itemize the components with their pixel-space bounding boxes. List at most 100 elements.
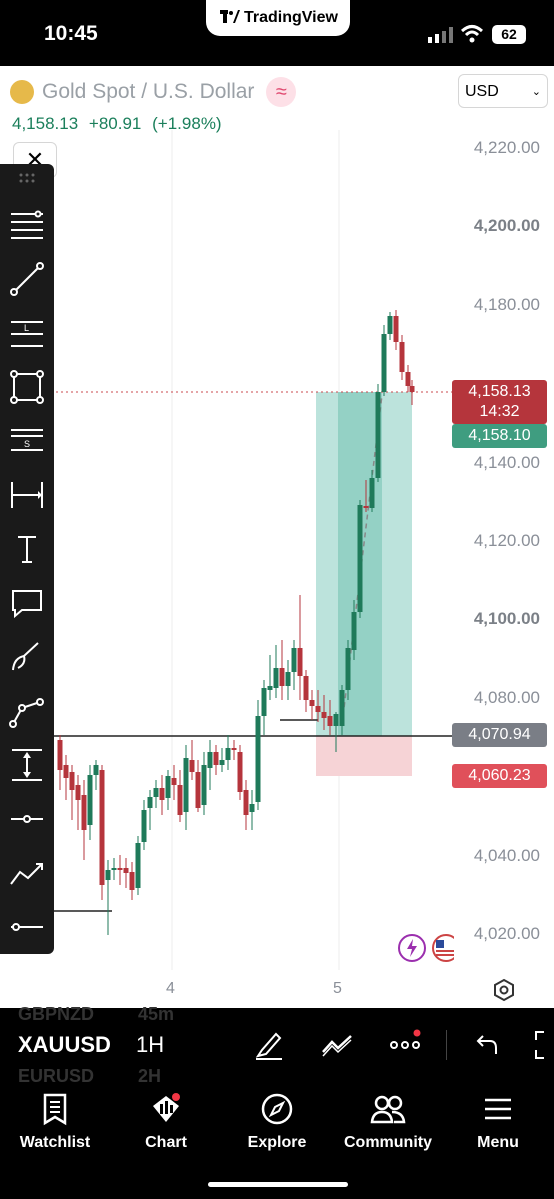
candle-body [405,372,411,386]
callout-icon[interactable] [8,584,46,622]
symbol-title[interactable]: Gold Spot / U.S. Dollar [42,80,254,104]
chart-canvas[interactable] [0,66,554,1008]
rectangle-icon[interactable] [8,368,46,406]
symbol-bar[interactable]: GBPNZD 45m XAUUSD 1H EURUSD 2H [0,1004,554,1086]
undo-icon[interactable] [468,1028,502,1062]
candle-body [165,776,171,798]
price-label: 4,020.00 [473,924,540,943]
candle-body [321,712,327,718]
horizontal-line-icon[interactable] [8,908,46,946]
text-icon[interactable] [8,530,46,568]
nav-chart[interactable]: Chart [116,1092,216,1152]
trendline-icon[interactable] [8,260,46,298]
candle-body [75,785,81,800]
candle-body [111,868,117,870]
target-price-tag: 4,158.10 [452,424,547,448]
more-options-icon[interactable] [388,1028,422,1062]
candle-body [345,648,351,690]
svg-text:L: L [24,323,29,333]
status-bar: 10:45 TradingView 62 [0,0,554,66]
brush-icon[interactable] [8,638,46,676]
price-label: 4,120.00 [473,531,540,550]
price-label: 4,180.00 [473,295,540,314]
ghost-timeframe: 45m [138,1004,175,1024]
settings-hexagon-icon[interactable] [492,978,516,1002]
candle-body [159,788,165,800]
candle-body [309,700,315,706]
price-label: 4,220.00 [473,138,540,157]
crypto-badge-icon: ≈ [266,77,297,107]
candle-body [387,316,393,334]
divider [446,1030,447,1060]
horizontal-ray-icon[interactable] [8,800,46,838]
chevron-down-icon: ⌄ [531,86,541,98]
symbol-selector[interactable]: XAUUSD [18,1032,111,1058]
watchlist-icon [43,1093,67,1126]
candle-body [369,478,375,508]
symbol-header[interactable]: Gold Spot / U.S. Dollar ≈ [10,77,297,107]
candle-body [339,690,345,726]
fullscreen-icon[interactable] [530,1028,554,1062]
candle-body [183,758,189,812]
candle-countdown: 14:32 [479,403,520,420]
candle-body [279,668,285,686]
candle-body [285,672,291,686]
candle-body [231,748,237,750]
candle-body [363,506,369,508]
drawing-pen-icon[interactable] [252,1028,286,1062]
candle-body [129,872,135,890]
drag-handle-icon[interactable] [18,172,36,184]
candle-body [207,752,213,768]
candle-body [123,868,129,873]
price-change-pct: (+1.98%) [152,114,222,133]
candle-body [237,752,243,792]
chart-area[interactable]: Gold Spot / U.S. Dollar ≈ 4,158.13 +80.9… [0,66,554,1008]
candle-body [291,648,297,672]
candle-body [303,676,309,700]
lines-tool-icon[interactable] [8,206,46,244]
indicators-icon[interactable] [320,1028,354,1062]
fib-icon[interactable]: L [8,314,46,352]
lightning-icon[interactable] [398,934,426,962]
current-price-value: 4,158.13 [468,383,531,400]
candle-body [399,342,405,372]
path-icon[interactable] [8,692,46,730]
long-position-icon[interactable] [8,746,46,784]
candle-body [351,612,357,650]
nav-community[interactable]: Community [338,1092,438,1152]
chart-nav-icon [153,1093,180,1122]
tradingview-logo-icon [220,10,240,23]
menu-icon [485,1098,511,1120]
nav-watchlist[interactable]: Watchlist [5,1092,105,1152]
candle-body [117,868,123,870]
us-flag-icon[interactable] [432,934,454,962]
time-label: 4 [166,980,175,997]
drawing-toolbar[interactable]: L S [0,164,54,954]
candle-body [225,748,231,760]
candle-body [297,648,303,676]
pattern-icon[interactable]: S [8,422,46,460]
candle-body [267,686,273,690]
candle-body [195,772,201,808]
candle-body [171,778,177,785]
timeframe-selector[interactable]: 1H [136,1032,164,1058]
forecast-icon[interactable] [8,854,46,892]
candle-body [63,765,69,778]
nav-explore[interactable]: Explore [227,1092,327,1152]
status-time: 10:45 [44,22,98,45]
app-name: TradingView [244,9,338,26]
candle-body [255,716,261,802]
candle-body [153,788,159,797]
currency-select[interactable]: USD ⌄ [458,74,548,108]
nav-label: Explore [247,1134,307,1151]
nav-menu[interactable]: Menu [448,1092,548,1152]
currency-value: USD [465,83,499,100]
candle-body [357,505,363,612]
candle-body [69,772,75,790]
stop-zone[interactable] [316,736,412,776]
measure-icon[interactable] [8,476,46,514]
candle-body [375,392,381,478]
candle-body [333,714,339,726]
candle-body [409,386,415,392]
tradingview-pill: TradingView [206,0,350,36]
